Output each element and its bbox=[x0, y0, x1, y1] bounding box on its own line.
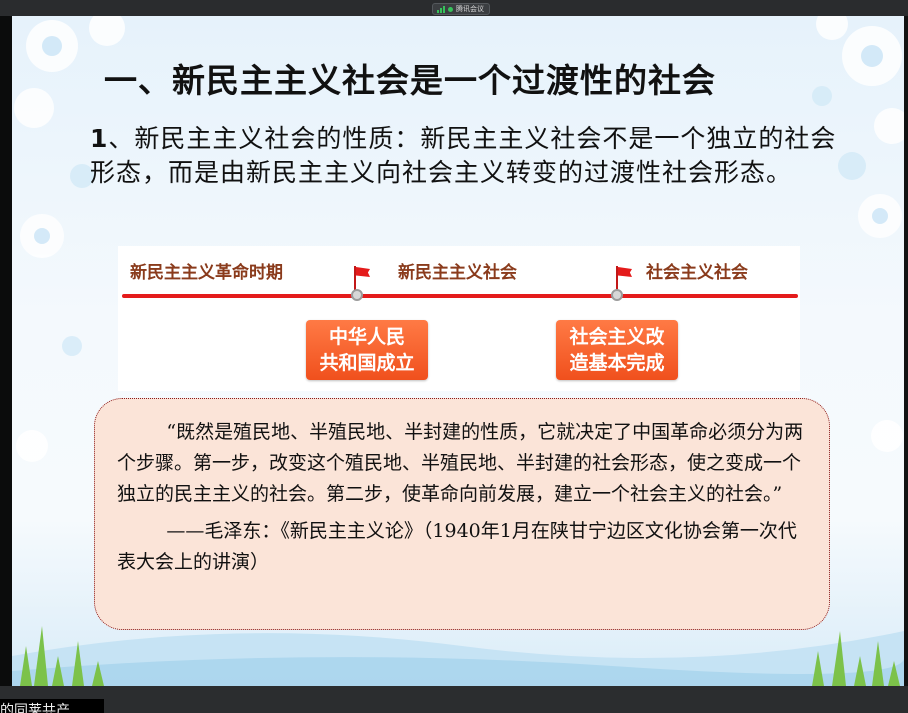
left-border bbox=[0, 16, 12, 686]
connection-status-icon bbox=[448, 6, 453, 12]
participant-name: 的同莱共产 bbox=[0, 703, 70, 713]
intro-paragraph: 1、新民主主义社会的性质：新民主主义社会不是一个独立的社会形态，而是由新民主主义… bbox=[90, 122, 850, 190]
signal-strength-icon bbox=[437, 5, 445, 13]
participant-name-tag: 的同莱共产 bbox=[0, 699, 104, 713]
timeline-node bbox=[611, 289, 623, 301]
event-prc-founded: 中华人民 共和国成立 bbox=[306, 320, 428, 380]
timeline-line bbox=[122, 294, 798, 298]
meeting-bottom-bar bbox=[0, 686, 908, 713]
slide-title: 一、新民主主义社会是一个过渡性的社会 bbox=[104, 61, 716, 100]
period-label-new-democracy: 新民主主义社会 bbox=[398, 263, 517, 283]
intro-number: 1 bbox=[90, 124, 109, 153]
timeline-diagram: 新民主主义革命时期 新民主主义社会 社会主义社会 中华人民 共和国成立 社会主义… bbox=[118, 246, 800, 391]
meeting-status-pill[interactable]: 腾讯会议 bbox=[432, 3, 490, 15]
period-label-revolution: 新民主主义革命时期 bbox=[130, 263, 283, 283]
quote-box: “既然是殖民地、半殖民地、半封建的性质，它就决定了中国革命必须分为两个步骤。第一… bbox=[94, 398, 830, 630]
quote-text: “既然是殖民地、半殖民地、半封建的性质，它就决定了中国革命必须分为两个步骤。第一… bbox=[117, 421, 804, 505]
right-border bbox=[904, 16, 908, 686]
event-socialist-transformation: 社会主义改 造基本完成 bbox=[556, 320, 678, 380]
period-label-socialism: 社会主义社会 bbox=[646, 263, 748, 283]
shared-slide: 一、新民主主义社会是一个过渡性的社会 1、新民主主义社会的性质：新民主主义社会不… bbox=[12, 16, 904, 686]
meeting-app-label: 腾讯会议 bbox=[456, 6, 484, 13]
intro-text: 、新民主主义社会的性质：新民主主义社会不是一个独立的社会形态，而是由新民主主义向… bbox=[90, 124, 837, 187]
meeting-top-bar: 腾讯会议 bbox=[0, 0, 908, 16]
timeline-node bbox=[351, 289, 363, 301]
quote-source: ——毛泽东：《新民主主义论》（1940年1月在陕甘宁边区文化协会第一次代表大会上… bbox=[117, 520, 797, 573]
flag-icon bbox=[616, 266, 634, 292]
